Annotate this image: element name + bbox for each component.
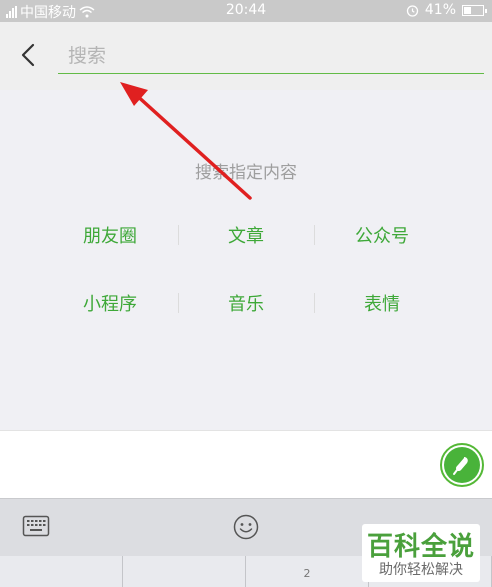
microphone-icon: [453, 457, 468, 475]
panel-title: 搜索指定内容: [195, 163, 297, 183]
keyboard-key[interactable]: [123, 556, 246, 587]
category-row: 朋友圈 文章 公众号: [42, 217, 450, 253]
category-row: 小程序 音乐 表情: [42, 285, 450, 321]
search-scope-panel: 搜索指定内容 朋友圈 文章 公众号 小程序 音乐 表情: [0, 90, 492, 430]
battery-icon: [462, 4, 487, 16]
status-bar: 中国移动 20:44 41%: [0, 0, 492, 22]
voice-input-button[interactable]: [440, 443, 484, 487]
battery-fill: [464, 6, 471, 14]
battery-percent: 41%: [424, 2, 456, 18]
alarm-icon: [406, 4, 419, 17]
watermark-subtitle: 助你轻松解决: [379, 562, 463, 578]
category-mini-programs[interactable]: 小程序: [42, 285, 178, 321]
voice-button-fill: [444, 447, 480, 483]
category-official-accounts[interactable]: 公众号: [314, 217, 450, 253]
search-input[interactable]: [58, 38, 484, 74]
watermark-title: 百科全说: [366, 532, 475, 562]
keyboard-key[interactable]: 2: [246, 556, 369, 587]
search-header: [0, 22, 492, 90]
emoji-icon[interactable]: [232, 513, 260, 541]
keyboard-icon[interactable]: [22, 515, 50, 537]
category-stickers[interactable]: 表情: [314, 285, 450, 321]
back-arrow-icon[interactable]: [14, 40, 44, 70]
watermark-logo: 百科全说 助你轻松解决: [362, 524, 480, 582]
category-moments[interactable]: 朋友圈: [42, 217, 178, 253]
category-grid: 朋友圈 文章 公众号 小程序 音乐 表情: [42, 217, 450, 353]
category-music[interactable]: 音乐: [178, 285, 314, 321]
input-area: [0, 430, 492, 498]
status-right: 41%: [406, 2, 487, 18]
keyboard-key[interactable]: [0, 556, 123, 587]
category-articles[interactable]: 文章: [178, 217, 314, 253]
